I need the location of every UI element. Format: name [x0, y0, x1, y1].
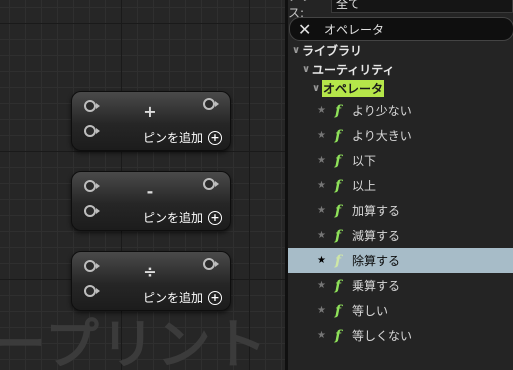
node-operator: ÷	[143, 262, 157, 281]
star-icon[interactable]: ★	[317, 280, 326, 291]
category-label-highlight: オペレータ	[322, 80, 385, 97]
function-icon: f	[335, 227, 342, 244]
function-icon: f	[335, 177, 342, 194]
function-icon: f	[335, 127, 342, 144]
blueprint-graph[interactable]: ープリント + ピンを追加 + - ピンを追加 + ÷ ピンを追加 +	[0, 0, 285, 370]
plus-circle-icon: +	[208, 210, 222, 225]
search-input[interactable]: オペレータ	[324, 21, 384, 38]
function-icon: f	[335, 102, 342, 119]
star-icon[interactable]: ★	[317, 155, 326, 166]
list-item[interactable]: ★ f 以下	[288, 148, 513, 173]
item-label: より大きい	[352, 129, 412, 143]
plus-circle-icon: +	[208, 130, 222, 145]
item-label: 等しい	[352, 304, 389, 318]
item-label: 以上	[352, 179, 377, 193]
close-icon[interactable]: ✕	[298, 20, 312, 39]
output-pin[interactable]	[203, 258, 219, 270]
list-item[interactable]: ★ f 乗算する	[288, 273, 513, 298]
list-item[interactable]: ★ f より少ない	[288, 98, 513, 123]
list-item[interactable]: ★ f 減算する	[288, 223, 513, 248]
function-icon: f	[335, 277, 342, 294]
star-icon[interactable]: ★	[317, 105, 326, 116]
function-icon: f	[335, 302, 342, 319]
node-operator: -	[146, 182, 154, 201]
chevron-down-icon[interactable]: ∨	[300, 64, 312, 75]
list-item[interactable]: ★ f 等しい	[288, 298, 513, 323]
category-operator[interactable]: ∨ オペレータ	[288, 79, 513, 98]
star-icon[interactable]: ★	[317, 205, 326, 216]
chevron-down-icon[interactable]: ∨	[290, 45, 302, 56]
star-icon[interactable]: ★	[317, 130, 326, 141]
function-icon: f	[335, 252, 342, 269]
function-icon: f	[335, 152, 342, 169]
item-label: 除算する	[352, 254, 401, 268]
add-pin-label: ピンを追加	[142, 131, 203, 145]
input-pin-a[interactable]	[84, 180, 100, 192]
add-node[interactable]: + ピンを追加 +	[71, 91, 231, 151]
item-label: より少ない	[352, 104, 412, 118]
class-dropdown[interactable]: 全て	[330, 0, 513, 13]
star-icon[interactable]: ★	[317, 330, 326, 341]
input-pin-b[interactable]	[84, 285, 100, 297]
star-icon[interactable]: ★	[317, 180, 326, 191]
search-box[interactable]: ✕ オペレータ	[289, 17, 513, 41]
category-label: ユーティリティ	[312, 63, 395, 77]
input-pin-a[interactable]	[84, 100, 100, 112]
output-pin[interactable]	[203, 178, 219, 190]
input-pin-a[interactable]	[84, 260, 100, 272]
list-item[interactable]: ★ f 加算する	[288, 198, 513, 223]
add-pin-label: ピンを追加	[142, 291, 203, 305]
add-pin-button[interactable]: ピンを追加 +	[143, 129, 222, 146]
function-icon: f	[335, 327, 342, 344]
star-icon[interactable]: ★	[317, 305, 326, 316]
function-icon: f	[335, 202, 342, 219]
subtract-node[interactable]: - ピンを追加 +	[71, 171, 231, 231]
input-pin-b[interactable]	[84, 205, 100, 217]
list-item[interactable]: ★ f 以上	[288, 173, 513, 198]
output-pin[interactable]	[203, 98, 219, 110]
add-pin-button[interactable]: ピンを追加 +	[143, 209, 222, 226]
class-filter-row: クラス: 全て	[288, 0, 513, 20]
add-pin-label: ピンを追加	[142, 211, 203, 225]
divide-node[interactable]: ÷ ピンを追加 +	[71, 251, 231, 311]
item-label: 以下	[352, 154, 377, 168]
add-pin-button[interactable]: ピンを追加 +	[143, 289, 222, 306]
list-item-selected[interactable]: ★ f 除算する	[288, 248, 513, 273]
category-utility[interactable]: ∨ ユーティリティ	[288, 60, 513, 79]
action-tree: ∨ ライブラリ ∨ ユーティリティ ∨ オペレータ ★ f より少ない ★ f …	[288, 41, 513, 348]
category-library[interactable]: ∨ ライブラリ	[288, 41, 513, 60]
item-label: 減算する	[352, 229, 401, 243]
star-icon[interactable]: ★	[317, 255, 326, 266]
plus-circle-icon: +	[208, 290, 222, 305]
star-icon[interactable]: ★	[317, 230, 326, 241]
category-label: ライブラリ	[302, 44, 363, 58]
chevron-down-icon[interactable]: ∨	[310, 83, 322, 94]
list-item[interactable]: ★ f より大きい	[288, 123, 513, 148]
item-label: 乗算する	[352, 279, 401, 293]
item-label: 等しくない	[352, 329, 413, 343]
input-pin-b[interactable]	[84, 125, 100, 137]
node-operator: +	[143, 102, 157, 121]
item-label: 加算する	[352, 204, 401, 218]
action-menu-panel: クラス: 全て ✕ オペレータ ∨ ライブラリ ∨ ユーティリティ ∨ オペレー…	[288, 0, 513, 370]
list-item[interactable]: ★ f 等しくない	[288, 323, 513, 348]
